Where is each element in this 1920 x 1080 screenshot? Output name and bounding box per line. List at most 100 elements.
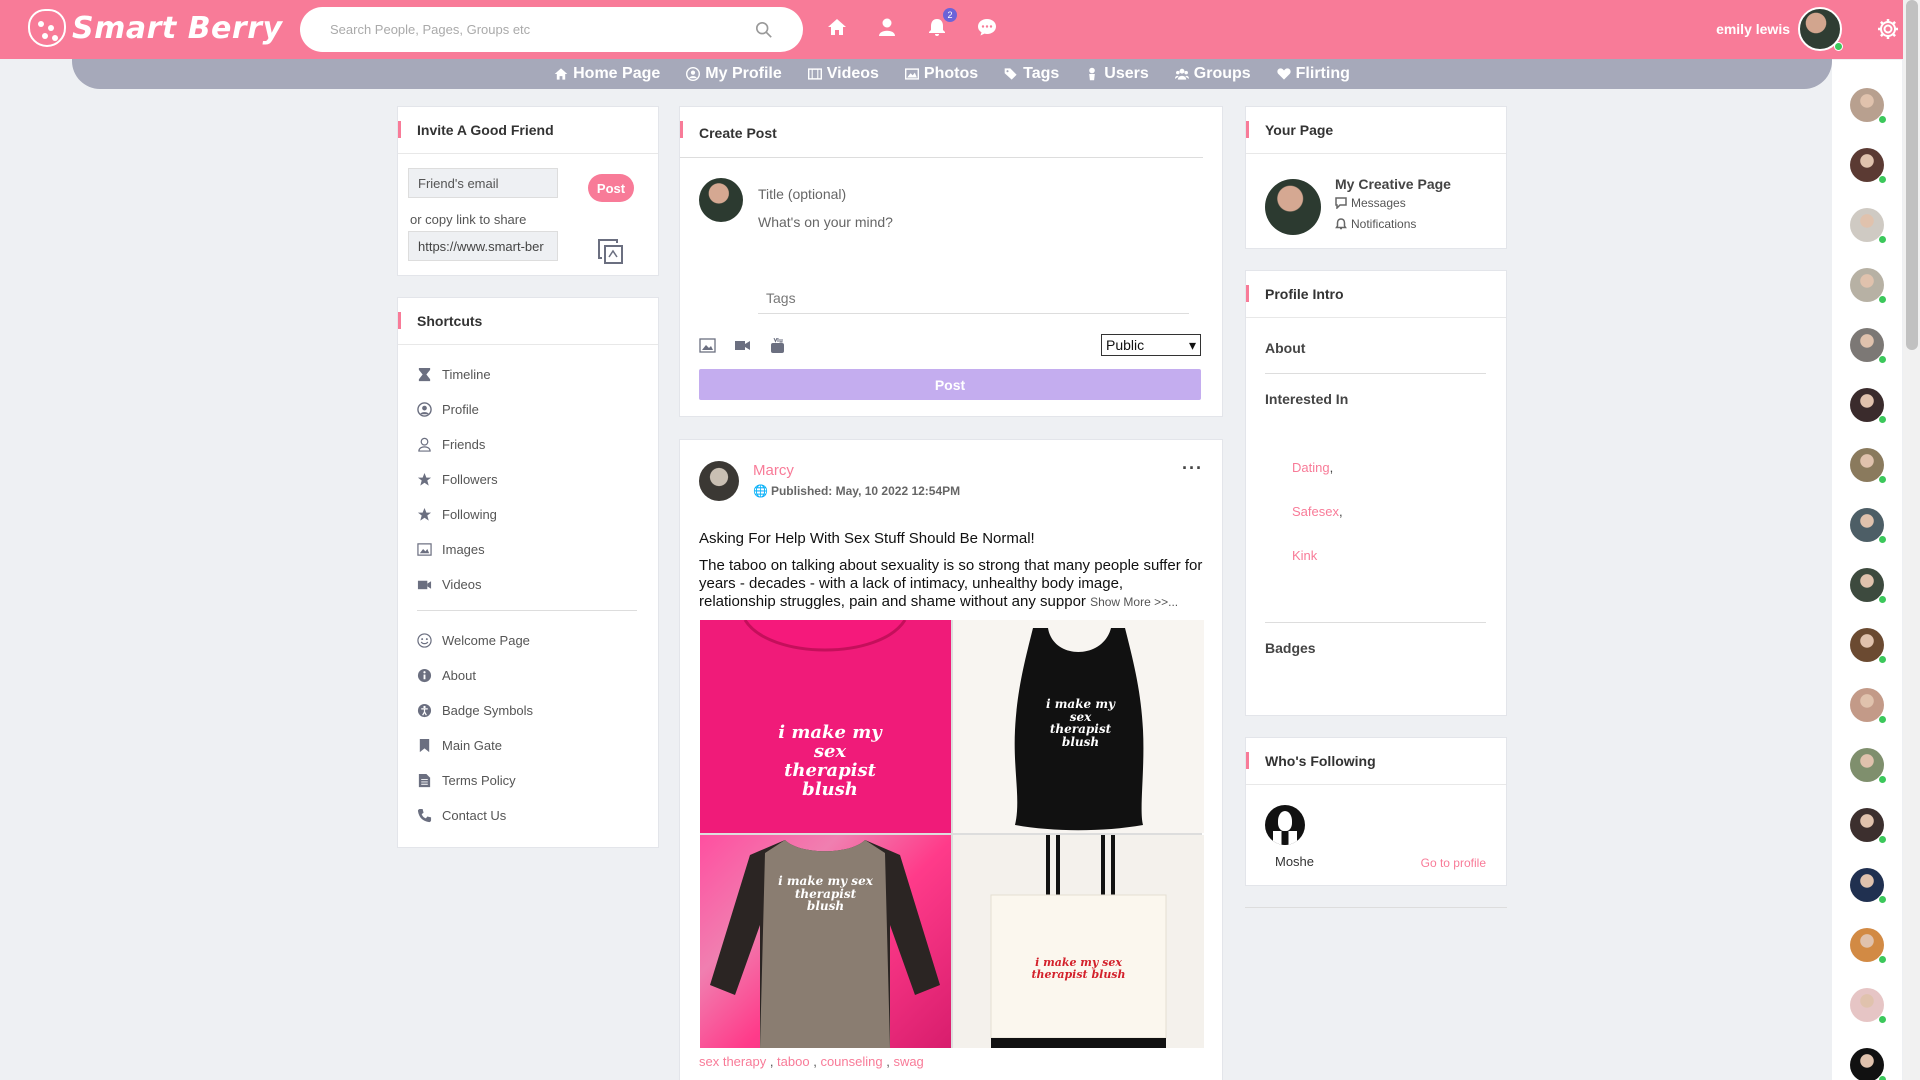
gallery-image-black-tank[interactable]: i make my sex therapist blush [953,620,1204,833]
shortcut-label: Welcome Page [442,633,530,648]
nav-groups[interactable]: Groups [1174,65,1251,83]
phone-icon [417,808,432,823]
post-tag[interactable]: counseling [820,1054,882,1069]
post-tag[interactable]: swag [893,1054,923,1069]
shortcut-about[interactable]: About [417,658,639,693]
shortcut-images[interactable]: Images [417,532,639,567]
online-status-icon [1878,895,1887,904]
user-icon[interactable] [875,14,899,40]
scrollbar-thumb[interactable] [1906,0,1918,350]
gear-icon[interactable] [1876,17,1900,41]
online-user-avatar[interactable] [1850,568,1887,604]
shortcut-timeline[interactable]: Timeline [417,357,639,392]
search-input[interactable] [330,22,755,37]
interest-tag[interactable]: Dating, [1292,460,1333,475]
follower-name[interactable]: Moshe [1275,854,1314,869]
show-more-link[interactable]: Show More >>... [1090,595,1178,609]
online-user-avatar[interactable] [1850,928,1887,964]
avatar[interactable] [1265,805,1305,845]
video-icon [417,580,432,590]
visibility-value: Public [1106,337,1145,353]
user-menu[interactable]: emily lewis [1716,7,1843,51]
go-to-profile-link[interactable]: Go to profile [1421,856,1486,870]
gallery-image-pink-tank[interactable]: i make my sex therapist blush [700,620,951,833]
create-post-button[interactable]: Post [699,369,1201,400]
online-user-avatar[interactable] [1850,268,1887,304]
home-icon[interactable] [825,14,849,40]
avatar[interactable] [1265,179,1321,235]
shortcut-label: Following [442,507,497,522]
bell-icon[interactable]: 2 [925,8,957,40]
online-user-avatar[interactable] [1850,208,1887,244]
scrollbar[interactable] [1903,0,1920,1080]
video-camera-icon[interactable] [734,338,751,353]
online-user-avatar[interactable] [1850,748,1887,784]
post-title-input[interactable]: Title (optional) [758,186,846,202]
nav-videos[interactable]: Videos [807,65,879,83]
online-user-avatar[interactable] [1850,388,1887,424]
post-body-input[interactable]: What's on your mind? [758,214,893,230]
message-icon [1335,197,1347,209]
shortcut-main-gate[interactable]: Main Gate [417,728,639,763]
post-author[interactable]: Marcy [753,462,794,479]
divider [1265,373,1486,374]
page-name[interactable]: My Creative Page [1335,176,1451,192]
shortcut-badge-symbols[interactable]: Badge Symbols [417,693,639,728]
globe-icon: 🌐 [753,484,768,498]
online-user-avatar[interactable] [1850,868,1887,904]
chat-icon[interactable] [975,14,999,40]
interest-tag[interactable]: Safesex, [1292,504,1343,519]
shortcut-friends[interactable]: Friends [417,427,639,462]
card-title: Shortcuts [398,298,658,345]
shortcut-following[interactable]: Following [417,497,639,532]
shortcut-followers[interactable]: Followers [417,462,639,497]
more-options-icon[interactable]: ··· [1182,458,1203,479]
shortcut-profile[interactable]: Profile [417,392,639,427]
online-user-avatar[interactable] [1850,448,1887,484]
nav-photos[interactable]: Photos [904,65,978,83]
online-status-icon [1878,295,1887,304]
nav-home-page[interactable]: Home Page [554,65,660,83]
online-user-avatar[interactable] [1850,148,1887,184]
online-user-avatar[interactable] [1850,1048,1887,1080]
interest-tag[interactable]: Kink [1292,548,1317,563]
tags-input[interactable]: Tags [758,282,1189,314]
avatar[interactable] [1798,7,1843,51]
email-field[interactable]: Friend's email [408,168,558,198]
post-headline: Asking For Help With Sex Stuff Should Be… [699,530,1035,547]
visibility-select[interactable]: Public ▾ [1101,334,1201,356]
nav-flirting[interactable]: Flirting [1277,65,1350,83]
online-user-avatar[interactable] [1850,628,1887,664]
shortcut-terms-policy[interactable]: Terms Policy [417,763,639,798]
header-icons: 2 [825,8,999,40]
shortcut-videos[interactable]: Videos [417,567,639,602]
logo[interactable]: Smart Berry [28,9,283,47]
notifications-link[interactable]: Notifications [1335,217,1416,231]
post-tag[interactable]: taboo [777,1054,810,1069]
nav-label: My Profile [705,65,782,82]
online-user-avatar[interactable] [1850,988,1887,1024]
search-bar[interactable] [300,7,803,52]
gallery-image-tote[interactable]: i make my sex therapist blush [953,835,1204,1048]
online-user-avatar[interactable] [1850,808,1887,844]
online-user-avatar[interactable] [1850,688,1887,724]
nav-users[interactable]: Users [1085,65,1149,83]
online-user-avatar[interactable] [1850,88,1887,124]
shortcut-contact-us[interactable]: Contact Us [417,798,639,833]
image-icon[interactable] [699,338,716,353]
copy-icon[interactable] [596,237,626,267]
shortcut-welcome-page[interactable]: Welcome Page [417,623,639,658]
gallery-image-raglan[interactable]: i make my sex therapist blush [700,835,951,1048]
online-user-avatar[interactable] [1850,328,1887,364]
youtube-icon[interactable] [769,338,786,353]
online-user-avatar[interactable] [1850,508,1887,544]
shortcut-label: Timeline [442,367,491,382]
search-icon[interactable] [755,21,773,39]
invite-post-button[interactable]: Post [588,174,634,202]
share-link-field[interactable]: https://www.smart-ber [408,231,558,261]
nav-my-profile[interactable]: My Profile [686,65,782,83]
nav-tags[interactable]: Tags [1004,65,1059,83]
messages-link[interactable]: Messages [1335,196,1406,210]
avatar[interactable] [699,461,739,501]
post-tag[interactable]: sex therapy [699,1054,766,1069]
